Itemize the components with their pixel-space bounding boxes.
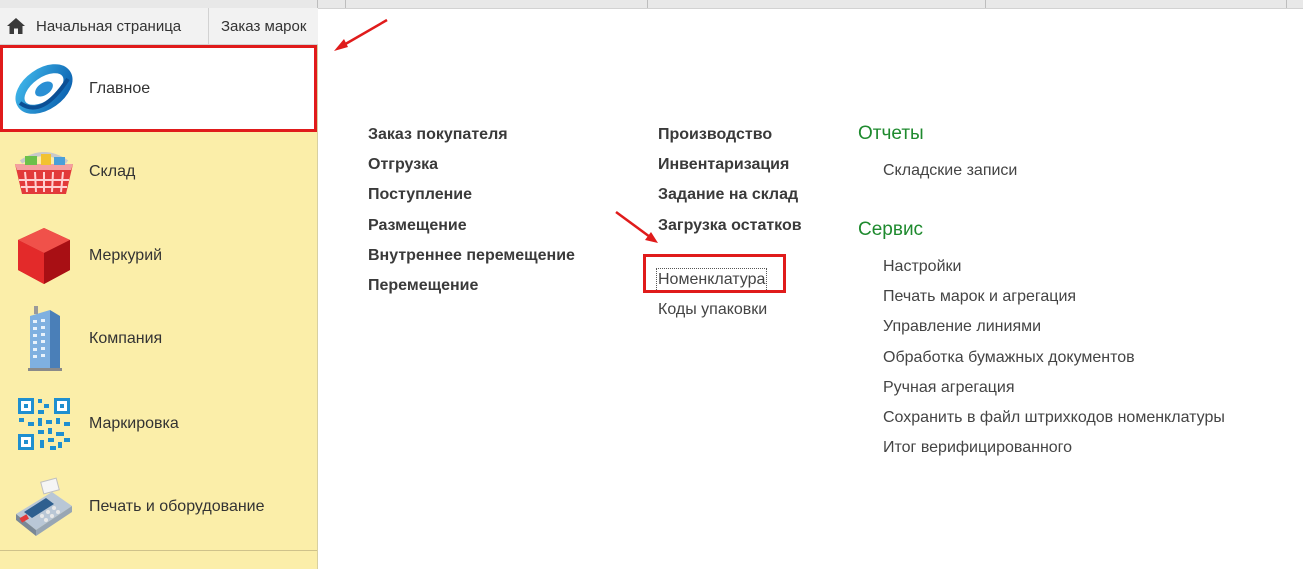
tab-bar: Начальная страница Заказ марок xyxy=(0,8,318,45)
nomenclature-highlight-box xyxy=(643,254,786,293)
link-warehouse-records[interactable]: Складские записи xyxy=(883,161,1017,191)
link-print-marks-aggregation[interactable]: Печать марок и агрегация xyxy=(883,287,1225,317)
sidebar-item-marking[interactable]: Маркировка xyxy=(0,389,317,459)
service-section: Сервис Настройки Печать марок и агрегаци… xyxy=(858,218,1225,468)
link-inventory[interactable]: Инвентаризация xyxy=(658,155,802,185)
red-cube-icon xyxy=(6,224,82,288)
link-manual-aggregation[interactable]: Ручная агрегация xyxy=(883,378,1225,408)
sidebar-item-label: Меркурий xyxy=(89,247,163,264)
sidebar-item-label: Печать и оборудование xyxy=(89,498,265,515)
sidebar-item-warehouse[interactable]: Склад xyxy=(0,139,317,205)
documents-column: Заказ покупателя Отгрузка Поступление Ра… xyxy=(368,125,575,306)
link-paper-documents[interactable]: Обработка бумажных документов xyxy=(883,348,1225,378)
building-icon xyxy=(6,306,82,371)
link-placement[interactable]: Размещение xyxy=(368,216,575,246)
tab-orders-label: Заказ марок xyxy=(221,17,307,35)
link-save-barcodes-file[interactable]: Сохранить в файл штрихкодов номенклатуры xyxy=(883,408,1225,438)
sidebar-item-label: Главное xyxy=(89,79,151,97)
link-shipment[interactable]: Отгрузка xyxy=(368,155,575,185)
tab-home[interactable]: Начальная страница xyxy=(0,8,209,44)
reports-title: Отчеты xyxy=(858,123,924,144)
tab-orders[interactable]: Заказ марок xyxy=(210,8,318,44)
qr-code-icon xyxy=(6,392,82,456)
sidebar-item-label: Склад xyxy=(89,163,136,180)
sidebar-item-mercury[interactable]: Меркурий xyxy=(0,221,317,291)
sidebar-item-main[interactable]: Главное xyxy=(0,45,317,132)
tab-home-label: Начальная страница xyxy=(36,17,182,35)
link-production[interactable]: Производство xyxy=(658,125,802,155)
annotation-arrow-icon xyxy=(334,18,388,51)
sidebar-divider xyxy=(0,550,317,551)
link-receipt[interactable]: Поступление xyxy=(368,185,575,215)
sidebar-item-company[interactable]: Компания xyxy=(0,303,317,375)
service-title: Сервис xyxy=(858,219,924,240)
link-customer-order[interactable]: Заказ покупателя xyxy=(368,125,575,155)
payment-terminal-icon xyxy=(6,475,82,539)
link-package-codes[interactable]: Коды упаковки xyxy=(658,300,767,330)
link-load-balances[interactable]: Загрузка остатков xyxy=(658,216,802,246)
link-settings[interactable]: Настройки xyxy=(883,257,1225,287)
operations-column: Производство Инвентаризация Задание на с… xyxy=(658,125,802,246)
sidebar-item-label: Маркировка xyxy=(89,415,179,432)
link-verified-total[interactable]: Итог верифицированного xyxy=(883,438,1225,468)
reports-section: Отчеты Складские записи xyxy=(858,122,1017,191)
sidebar: Главное Склад Меркурий Компания Маркиров… xyxy=(0,45,318,569)
link-line-management[interactable]: Управление линиями xyxy=(883,317,1225,347)
main-logo-icon xyxy=(6,57,82,121)
link-internal-transfer[interactable]: Внутреннее перемещение xyxy=(368,246,575,276)
link-warehouse-task[interactable]: Задание на склад xyxy=(658,185,802,215)
sidebar-item-label: Компания xyxy=(89,330,163,347)
sidebar-item-print-equipment[interactable]: Печать и оборудование xyxy=(0,471,317,543)
link-transfer[interactable]: Перемещение xyxy=(368,276,575,306)
basket-icon xyxy=(6,140,82,204)
annotation-arrow-icon xyxy=(615,210,658,243)
home-icon xyxy=(7,18,25,34)
